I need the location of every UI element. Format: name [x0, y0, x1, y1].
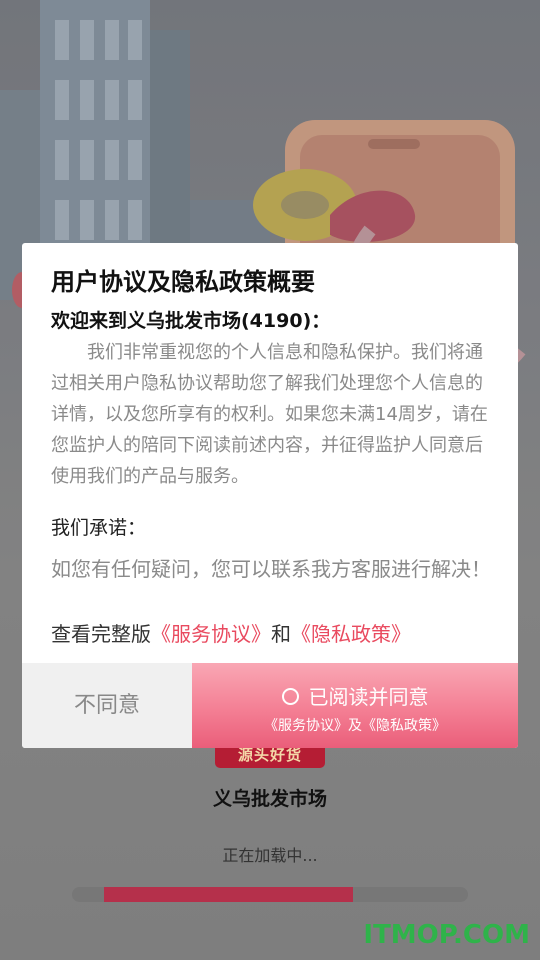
privacy-policy-link[interactable]: 《隐私政策》 [291, 622, 411, 646]
promise-label: 我们承诺： [51, 517, 147, 539]
and-text: 和 [271, 622, 291, 646]
dialog-title: 用户协议及隐私政策概要 [51, 268, 315, 296]
contact-text: 如您有任何疑问，您可以联系我方客服进行解决！ [51, 557, 491, 581]
agree-label: 已阅读并同意 [308, 685, 429, 709]
disagree-button[interactable]: 不同意 [22, 663, 192, 748]
agree-sub-label: 《服务协议》及《隐私政策》 [264, 718, 446, 734]
watermark-logo: ITMOP.COM [363, 920, 530, 950]
agree-button[interactable]: 已阅读并同意 《服务协议》及《隐私政策》 [192, 663, 518, 748]
loading-progress-fill [103, 887, 354, 902]
agreement-links-row: 查看完整版《服务协议》和《隐私政策》 [51, 618, 411, 647]
loading-text: 正在加载中... [222, 846, 318, 865]
loading-progress-track [72, 887, 468, 902]
service-agreement-link[interactable]: 《服务协议》 [151, 622, 271, 646]
radio-circle-icon [281, 688, 299, 705]
dialog-welcome: 欢迎来到义乌批发市场(4190)： [51, 310, 331, 332]
app-name: 义乌批发市场 [212, 788, 327, 810]
agree-button-main: 已阅读并同意 [192, 681, 518, 710]
dialog-body-text: 我们非常重视您的个人信息和隐私保护。我们将通过相关用户隐私协议帮助您了解我们处理… [51, 342, 488, 487]
view-full-prefix: 查看完整版 [51, 622, 151, 646]
privacy-dialog: 用户协议及隐私政策概要 欢迎来到义乌批发市场(4190)： 我们非常重视您的个人… [22, 243, 518, 748]
